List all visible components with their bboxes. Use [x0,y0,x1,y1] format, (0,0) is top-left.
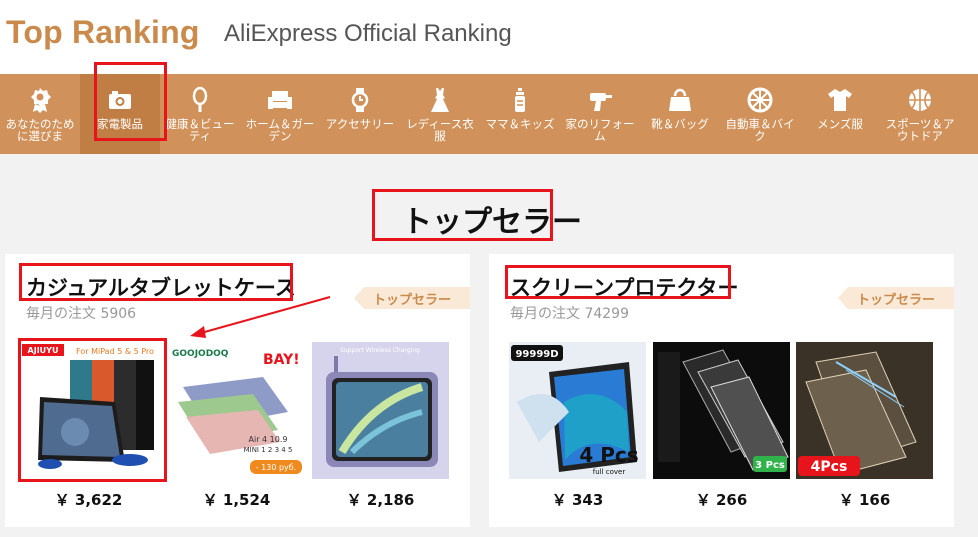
nav-item-for-you[interactable]: あなたのために選びま [0,74,80,154]
nav-item-ladies-clothing[interactable]: レディース衣服 [400,74,480,154]
wheel-icon [746,86,774,114]
product-image[interactable]: 3 Pcs [653,342,790,479]
nav-item-auto-moto[interactable]: 自動車＆バイク [720,74,800,154]
ranking-card-screen-protectors[interactable]: スクリーンプロテクター 毎月の注文 74299 トップセラー 99999D 4 … [489,254,954,527]
basketball-icon [906,86,934,114]
sofa-icon [266,86,294,114]
monthly-orders: 毎月の注文 5906 [26,306,137,322]
nav-label: 家電製品 [97,117,143,131]
product-image[interactable]: GOOJODOQ BAY! Air 4 10.9 MINI 1 2 3 4 5 … [168,342,305,479]
brand-title[interactable]: Top Ranking [6,14,200,51]
nav-item-home-garden[interactable]: ホーム＆ガーデン [240,74,320,154]
medal-icon [26,86,54,114]
top-seller-tag: トップセラー [354,287,470,309]
card-title[interactable]: スクリーンプロテクター [510,272,738,302]
pcs-text: 4 Pcs [579,443,638,467]
product-image[interactable]: Support Wireless Charging [312,342,449,479]
product-price: ￥ 1,524 [202,491,271,509]
product-price: ￥ 343 [551,491,604,509]
nav-label: 靴＆バッグ [651,117,709,131]
handbag-icon [666,86,694,114]
mirror-icon [186,86,214,114]
product-image[interactable]: AJIUYU For MiPad 5 & 5 Pro [20,342,157,479]
nav-label: アクセサリー [325,117,395,131]
monthly-orders: 毎月の注文 74299 [510,306,629,322]
nav-label: ホーム＆ガーデン [245,117,315,143]
pcs-text: 4Pcs [811,459,848,475]
nav-item-electronics[interactable]: 家電製品 [80,74,160,154]
watch-icon [346,86,374,114]
nav-label: 健康＆ビューティ [165,117,235,143]
nav-item-health-beauty[interactable]: 健康＆ビューティ [160,74,240,154]
pcs-text: 3 Pcs [755,460,785,471]
nav-label: メンズ服 [817,117,863,131]
ranking-card-tablet-cases[interactable]: カジュアルタブレットケース 毎月の注文 5906 トップセラー AJIUYU F… [5,254,470,527]
model-text: Air 4 10.9 [249,435,288,444]
brand-text: AJIUYU [28,346,59,355]
product-price: ￥ 166 [838,491,891,509]
product-price: ￥ 2,186 [346,491,415,509]
banner-text: For MiPad 5 & 5 Pro [76,347,154,356]
tshirt-icon [826,86,854,114]
product-image[interactable]: 4Pcs [796,342,933,479]
baby-bottle-icon [506,86,534,114]
product-price: ￥ 3,622 [54,491,123,509]
camera-icon [106,86,134,114]
model-text-2: MINI 1 2 3 4 5 [244,446,293,454]
nav-label: 自動車＆バイク [725,117,795,143]
sub-text: full cover [593,468,626,476]
brand-text: 99999D [515,349,558,360]
drill-icon [586,86,614,114]
nav-label: スポーツ＆アウトドア [885,117,955,143]
section-title: トップセラー [402,205,582,240]
top-seller-tag: トップセラー [838,287,954,309]
promo-text: BAY! [263,352,300,368]
nav-label: あなたのために選びま [5,117,75,143]
nav-label: レディース衣服 [406,117,474,143]
dress-icon [426,86,454,114]
discount-text: - 130 руб. [256,463,297,472]
nav-item-sports-outdoors[interactable]: スポーツ＆アウトドア [880,74,960,154]
product-image[interactable]: 99999D 4 Pcs full cover [509,342,646,479]
ranking-subtitle: AliExpress Official Ranking [224,20,512,47]
product-price: ￥ 266 [695,491,748,509]
brand-text: GOOJODOQ [172,349,229,359]
nav-item-accessories[interactable]: アクセサリー [320,74,400,154]
nav-item-mom-kids[interactable]: ママ＆キッズ [480,74,560,154]
card-title[interactable]: カジュアルタブレットケース [26,272,296,302]
category-nav: あなたのために選びま 家電製品 健康＆ビューティ ホーム＆ガーデン アクセサリー… [0,74,978,154]
nav-item-home-improvement[interactable]: 家のリフォーム [560,74,640,154]
nav-label: ママ＆キッズ [485,117,555,131]
nav-label: 家のリフォーム [565,117,635,143]
nav-item-mens-clothing[interactable]: メンズ服 [800,74,880,154]
nav-item-shoes-bags[interactable]: 靴＆バッグ [640,74,720,154]
banner-text: Support Wireless Charging [340,347,420,354]
page-header: Top Ranking AliExpress Official Ranking [0,0,978,74]
